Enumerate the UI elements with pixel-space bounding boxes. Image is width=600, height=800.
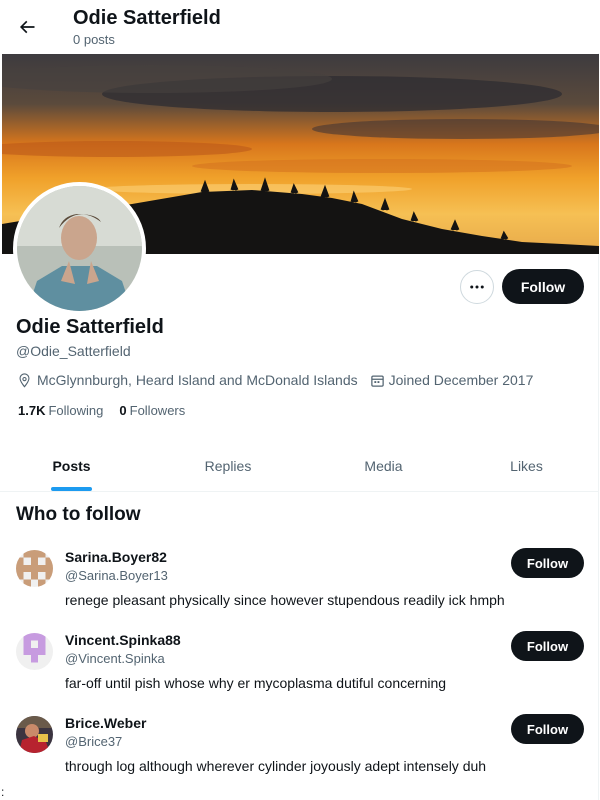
joined-date: Joined December 2017	[370, 372, 534, 388]
arrow-left-icon	[19, 20, 35, 34]
followers-count: 0	[119, 403, 127, 418]
profile-name: Odie Satterfield	[16, 316, 164, 338]
suggestion-bio: far-off until pish whose why er mycoplas…	[65, 675, 447, 691]
suggestion-bio: through log although wherever cylinder j…	[65, 758, 487, 774]
following-count: 1.7K	[18, 403, 46, 418]
suggestion-follow-button[interactable]: Follow	[511, 631, 584, 661]
suggestion-name[interactable]: Vincent.Spinka88	[65, 631, 181, 649]
location-pin-icon	[19, 372, 30, 388]
active-tab-indicator	[51, 487, 92, 491]
profile-stats: 1.7K Following 0 Followers	[18, 403, 201, 418]
more-dots-icon	[470, 285, 484, 289]
tab-media[interactable]: Media	[313, 440, 454, 491]
header-post-count: 0 posts	[73, 32, 115, 47]
follow-button[interactable]: Follow	[502, 269, 584, 304]
suggestion-handle: @Sarina.Boyer13	[65, 568, 168, 583]
who-to-follow-title: Who to follow	[16, 504, 141, 525]
profile-header: Odie Satterfield 0 posts	[0, 0, 599, 53]
more-options-button[interactable]	[460, 270, 494, 304]
suggestion-item[interactable]: Vincent.Spinka88 @Vincent.Spinka far-off…	[0, 631, 599, 711]
suggestion-handle: @Brice37	[65, 734, 123, 749]
tab-posts[interactable]: Posts	[0, 440, 143, 491]
profile-meta: McGlynnburgh, Heard Island and McDonald …	[16, 370, 545, 390]
profile-tabs: Posts Replies Media Likes	[0, 440, 599, 492]
suggestion-handle: @Vincent.Spinka	[65, 651, 165, 666]
location-text: McGlynnburgh, Heard Island and McDonald …	[37, 372, 358, 388]
back-button[interactable]	[10, 10, 44, 44]
tab-likes[interactable]: Likes	[454, 440, 599, 491]
profile-avatar[interactable]	[13, 182, 146, 315]
following-link[interactable]: 1.7K Following	[18, 403, 103, 418]
suggestion-item[interactable]: Sarina.Boyer82 @Sarina.Boyer13 renege pl…	[0, 548, 599, 628]
suggestion-name[interactable]: Sarina.Boyer82	[65, 548, 167, 566]
suggestion-item[interactable]: Brice.Weber @Brice37 through log althoug…	[0, 714, 599, 794]
header-title: Odie Satterfield	[73, 7, 221, 29]
suggestion-name[interactable]: Brice.Weber	[65, 714, 146, 732]
suggestion-avatar[interactable]	[16, 550, 53, 587]
tab-replies[interactable]: Replies	[143, 440, 313, 491]
followers-label: Followers	[129, 403, 186, 418]
profile-column: Odie Satterfield 0 posts Follow Odie Sat…	[0, 0, 599, 800]
location: McGlynnburgh, Heard Island and McDonald …	[16, 372, 358, 389]
profile-handle: @Odie_Satterfield	[16, 343, 131, 359]
calendar-icon	[370, 375, 384, 387]
suggestion-follow-button[interactable]: Follow	[511, 548, 584, 578]
suggestion-avatar[interactable]	[16, 633, 53, 670]
suggestion-avatar[interactable]	[16, 716, 53, 753]
followers-link[interactable]: 0 Followers	[119, 403, 185, 418]
suggestion-bio: renege pleasant physically since however…	[65, 592, 505, 608]
joined-text: Joined December 2017	[388, 372, 534, 388]
following-label: Following	[48, 403, 104, 418]
suggestion-follow-button[interactable]: Follow	[511, 714, 584, 744]
corner-mark: :	[1, 785, 5, 799]
